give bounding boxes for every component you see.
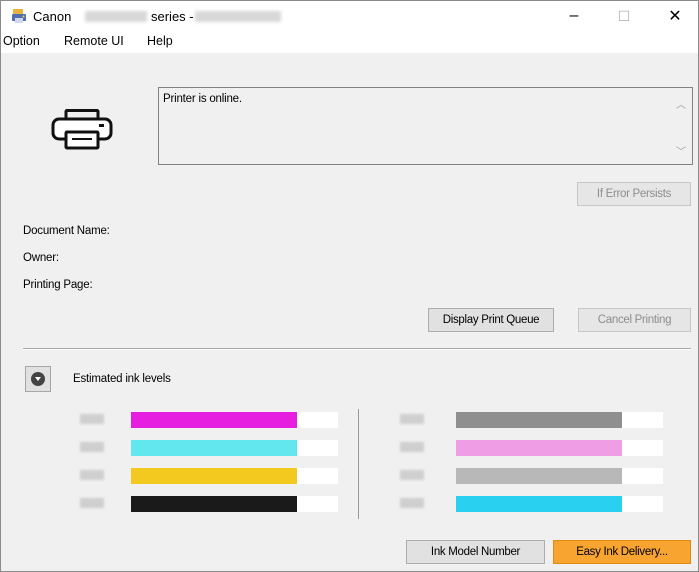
ink-level-track <box>131 496 338 512</box>
ink-level-row <box>400 468 663 484</box>
redacted-ink-name <box>400 470 424 480</box>
redacted-ink-name <box>400 442 424 452</box>
redacted-ink-name <box>80 442 104 452</box>
chevron-down-arrow <box>35 377 41 381</box>
ink-model-number-button[interactable]: Ink Model Number <box>406 540 545 564</box>
redacted-ink-name <box>80 470 104 480</box>
ink-level-row <box>400 412 663 428</box>
ink-level-fill <box>131 496 297 512</box>
scroll-up-icon[interactable]: ︿ <box>676 96 686 111</box>
menu-help[interactable]: Help <box>147 34 173 48</box>
ink-level-track <box>456 412 663 428</box>
menu-option[interactable]: Option <box>3 34 40 48</box>
minimize-button[interactable]: – <box>551 1 597 31</box>
owner-label: Owner: <box>23 252 59 264</box>
ink-level-row <box>80 412 338 428</box>
ink-level-track <box>456 496 663 512</box>
ink-level-fill <box>456 412 622 428</box>
section-divider-highlight <box>23 349 691 350</box>
ink-level-row <box>400 496 663 512</box>
easy-ink-delivery-button[interactable]: Easy Ink Delivery... <box>553 540 691 564</box>
redacted-ink-name <box>400 498 424 508</box>
ink-levels-title: Estimated ink levels <box>73 373 171 385</box>
ink-level-track <box>131 468 338 484</box>
menu-remote-ui[interactable]: Remote UI <box>64 34 124 48</box>
printing-page-label: Printing Page: <box>23 279 93 291</box>
menu-bar: Option Remote UI Help <box>1 31 698 53</box>
ink-level-row <box>80 496 338 512</box>
ink-level-track <box>131 412 338 428</box>
status-message: Printer is online. <box>163 93 242 105</box>
display-print-queue-button[interactable]: Display Print Queue <box>428 308 554 332</box>
ink-level-track <box>456 440 663 456</box>
close-icon: ✕ <box>668 8 682 25</box>
minimize-icon: – <box>569 7 579 24</box>
cancel-printing-button[interactable]: Cancel Printing <box>578 308 691 332</box>
redacted-ink-name <box>80 414 104 424</box>
ink-level-row <box>80 440 338 456</box>
maximize-icon: ☐ <box>617 7 631 24</box>
ink-level-fill <box>456 468 622 484</box>
printer-icon <box>51 109 113 150</box>
ink-level-fill <box>131 468 297 484</box>
close-button[interactable]: ✕ <box>652 1 698 31</box>
redacted-ink-name <box>80 498 104 508</box>
scroll-down-icon[interactable]: ﹀ <box>676 143 686 158</box>
if-error-persists-button[interactable]: If Error Persists <box>577 182 691 206</box>
ink-level-row <box>400 440 663 456</box>
redacted-ink-name <box>400 414 424 424</box>
window-title-series: series - <box>151 9 194 24</box>
ink-level-fill <box>456 496 622 512</box>
redacted-model-name <box>85 11 147 22</box>
ink-level-track <box>131 440 338 456</box>
status-message-box: Printer is online. ︿ ﹀ <box>158 87 693 165</box>
maximize-button: ☐ <box>601 1 647 31</box>
printer-app-icon <box>12 9 26 23</box>
ink-level-track <box>456 468 663 484</box>
window-title-prefix: Canon <box>33 9 72 24</box>
ink-level-fill <box>131 440 297 456</box>
ink-level-fill <box>456 440 622 456</box>
title-bar[interactable]: Canon series - – ☐ ✕ <box>1 1 698 31</box>
ink-levels-toggle-button[interactable] <box>25 366 51 392</box>
app-window: Canon series - – ☐ ✕ Option Remote UI He… <box>0 0 699 572</box>
ink-level-row <box>80 468 338 484</box>
ink-level-fill <box>131 412 297 428</box>
document-name-label: Document Name: <box>23 225 110 237</box>
ink-group-divider <box>358 409 359 519</box>
redacted-printer-id <box>195 11 281 22</box>
